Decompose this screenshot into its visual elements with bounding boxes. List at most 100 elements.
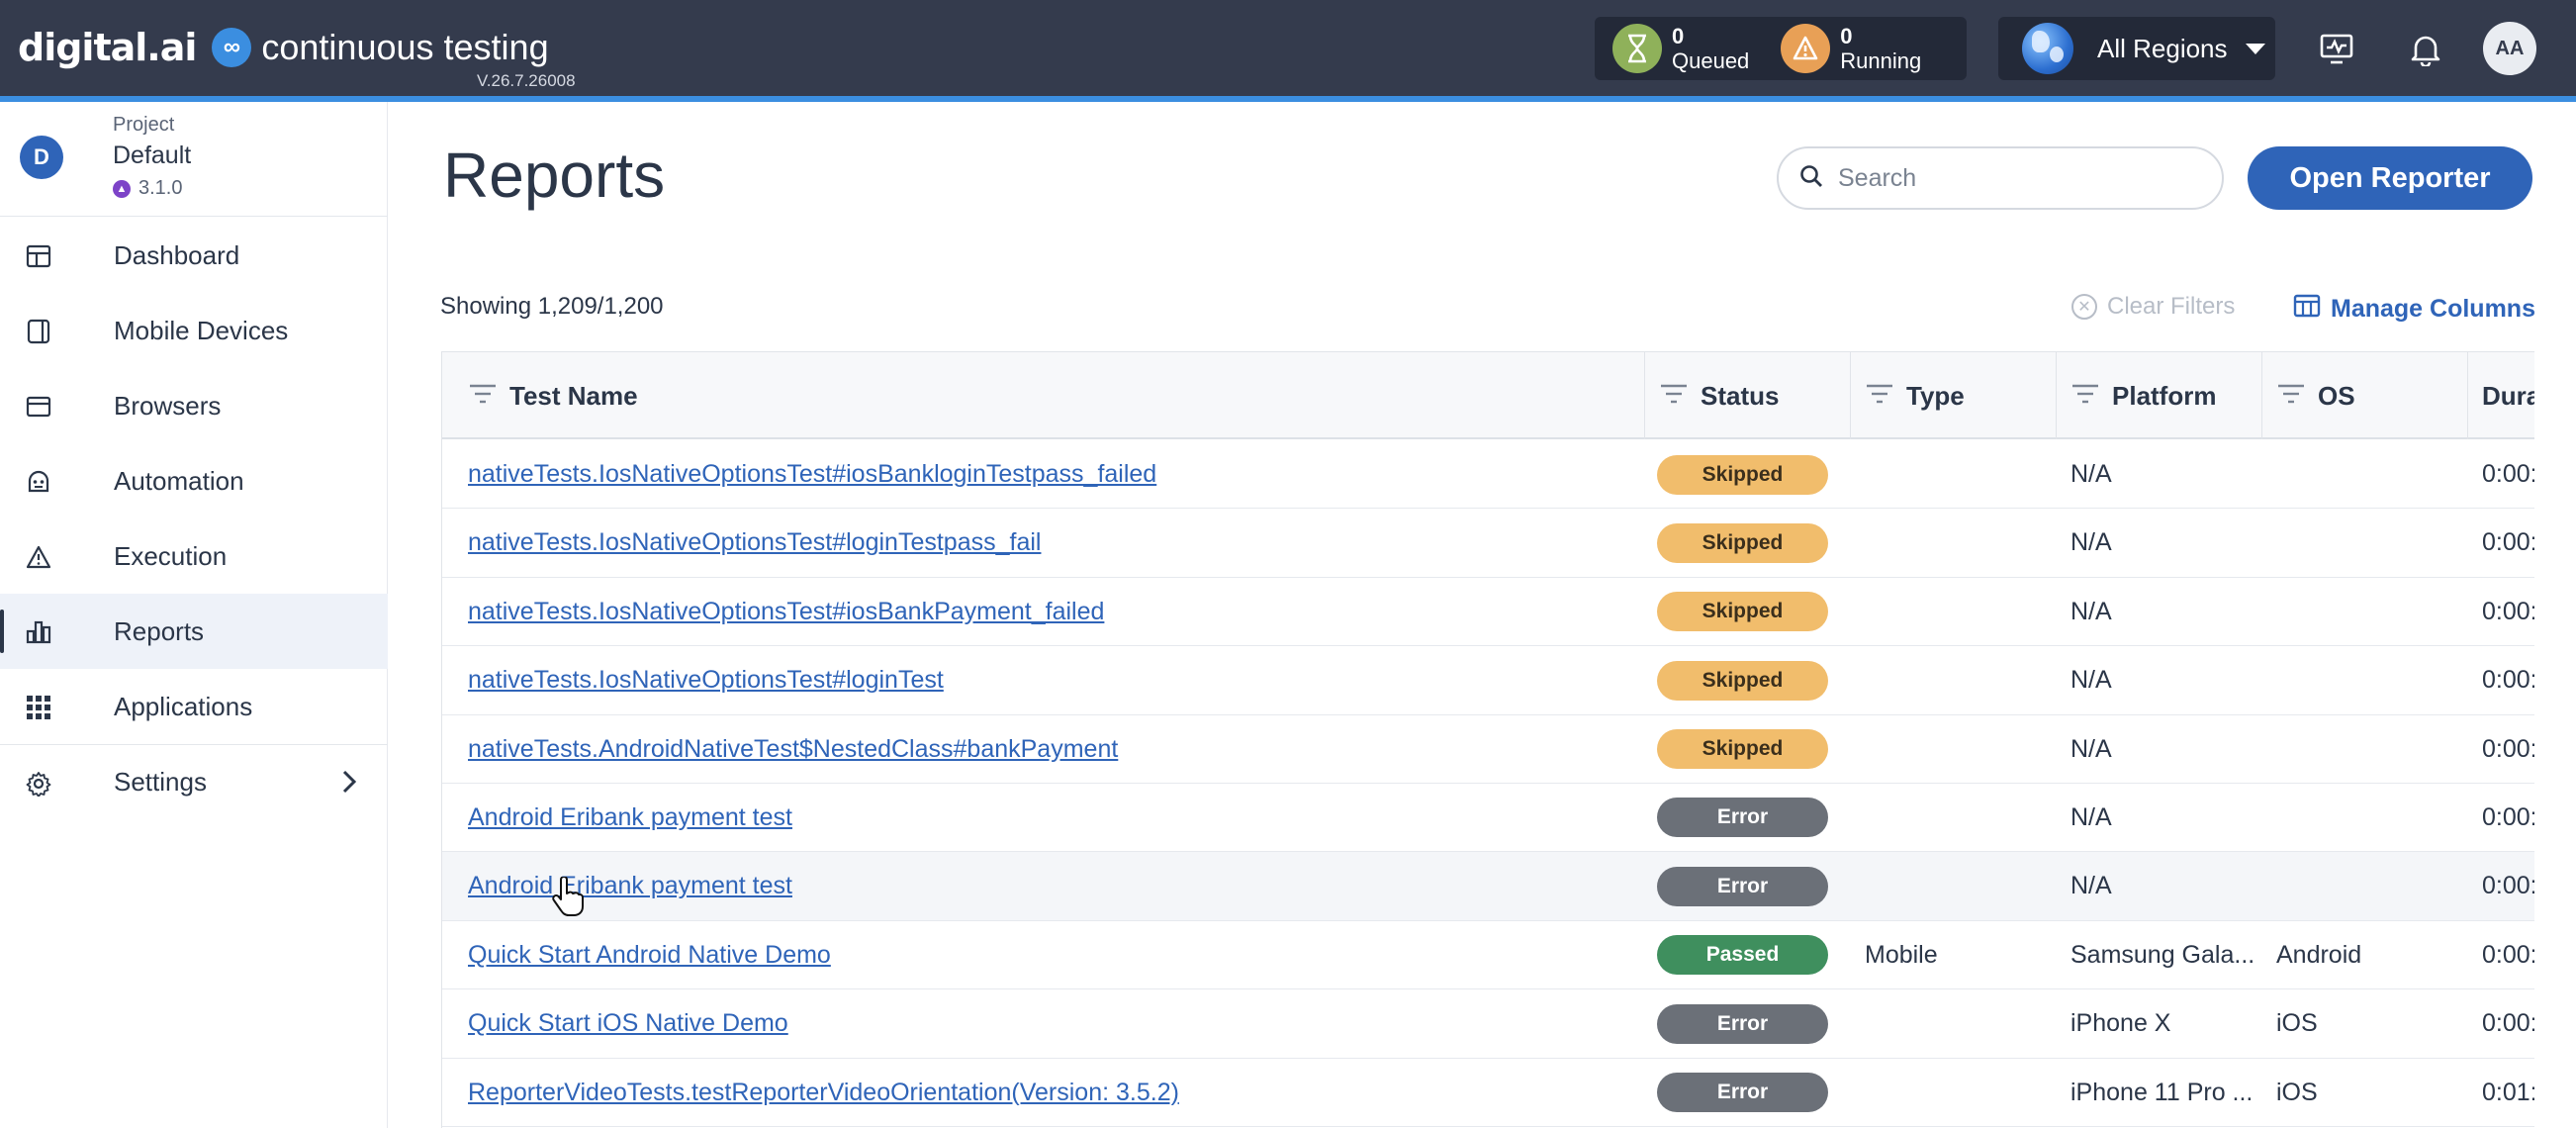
project-caption: Project	[113, 114, 175, 136]
search-icon	[1798, 163, 1824, 194]
clear-filters-button[interactable]: ✕ Clear Filters	[2071, 293, 2235, 321]
region-selector[interactable]: All Regions	[1998, 17, 2275, 80]
filter-icon[interactable]	[2276, 381, 2306, 412]
cell-platform: N/A	[2057, 852, 2262, 920]
alert-bell-icon	[1781, 24, 1831, 73]
cell-duration: 0:00:	[2468, 646, 2534, 714]
table-row[interactable]: nativeTests.IosNativeOptionsTest#iosBank…	[442, 577, 2534, 647]
cell-os	[2262, 440, 2468, 509]
cell-duration: 0:00:	[2468, 715, 2534, 784]
cell-text: N/A	[2070, 734, 2112, 763]
open-reporter-button[interactable]: Open Reporter	[2248, 146, 2532, 210]
brand[interactable]: digital.ai ∞ continuous testing	[18, 18, 549, 77]
test-name-link[interactable]: Android Eribank payment test	[468, 803, 792, 832]
status-badge: Error	[1657, 866, 1828, 906]
search-box[interactable]	[1777, 146, 2224, 210]
cell-status: Skipped	[1645, 509, 1851, 577]
sidebar-item-dashboard[interactable]: Dashboard	[0, 218, 388, 293]
test-name-link[interactable]: Android Eribank payment test	[468, 872, 792, 900]
cell-text: 0:00:	[2482, 528, 2534, 557]
cell-text: 0:00:	[2482, 666, 2534, 695]
table-row[interactable]: nativeTests.IosNativeOptionsTest#iosBank…	[442, 440, 2534, 510]
sidebar-item-label: Browsers	[114, 390, 222, 421]
test-name-link[interactable]: nativeTests.IosNativeOptionsTest#loginTe…	[468, 528, 1041, 557]
sidebar-item-settings[interactable]: Settings	[0, 744, 388, 819]
table-row[interactable]: Quick Start Android Native Demo Passed Mob…	[442, 920, 2534, 990]
filter-icon[interactable]	[1659, 381, 1689, 412]
sidebar-nav: Dashboard Mobile Devices Browsers Automa…	[0, 218, 388, 819]
status-badge: Skipped	[1657, 660, 1828, 701]
cell-status: Error	[1645, 784, 1851, 852]
table-row[interactable]: Android Eribank payment test Error N/A 0:00…	[442, 783, 2534, 853]
cell-name: nativeTests.IosNativeOptionsTest#loginTe…	[442, 646, 1645, 714]
test-name-link[interactable]: nativeTests.IosNativeOptionsTest#iosBank…	[468, 598, 1104, 626]
table-row[interactable]: ReporterVideoTests.testReporterVideoOrie…	[442, 1058, 2534, 1127]
manage-columns-button[interactable]: Manage Columns	[2293, 293, 2535, 326]
sidebar-item-label: Execution	[114, 540, 228, 571]
sidebar-item-execution[interactable]: Execution	[0, 518, 388, 594]
cell-os	[2262, 509, 2468, 577]
column-label: Dura	[2482, 380, 2534, 411]
hourglass-icon	[1612, 24, 1662, 73]
cell-type	[1851, 440, 2057, 509]
sidebar-item-label: Dashboard	[114, 239, 240, 270]
cell-duration: 0:00:	[2468, 852, 2534, 920]
filter-icon[interactable]	[468, 381, 498, 412]
cell-status: Skipped	[1645, 440, 1851, 509]
table-row[interactable]: nativeTests.IosNativeOptionsTest#loginTe…	[442, 646, 2534, 715]
cell-platform: iPhone X	[2057, 989, 2262, 1058]
cell-type	[1851, 852, 2057, 920]
test-name-link[interactable]: Quick Start Android Native Demo	[468, 941, 831, 970]
sidebar-item-mobile-devices[interactable]: Mobile Devices	[0, 293, 388, 368]
column-header-status[interactable]: Status	[1645, 352, 1851, 439]
cell-platform: N/A	[2057, 578, 2262, 646]
test-name-link[interactable]: Quick Start iOS Native Demo	[468, 1009, 788, 1038]
test-name-link[interactable]: nativeTests.AndroidNativeTest$NestedClas…	[468, 735, 1118, 764]
search-input[interactable]	[1838, 163, 2194, 193]
column-header-os[interactable]: OS	[2262, 352, 2468, 439]
cell-status: Skipped	[1645, 578, 1851, 646]
test-name-link[interactable]: nativeTests.IosNativeOptionsTest#loginTe…	[468, 666, 944, 695]
filter-icon[interactable]	[1865, 381, 1894, 412]
table-header: Test Name Status Type Platform OS Dura	[442, 352, 2534, 439]
monitor-icon[interactable]	[2315, 28, 2358, 71]
sidebar-item-label: Mobile Devices	[114, 315, 289, 345]
column-header-platform[interactable]: Platform	[2057, 352, 2262, 439]
column-header-duration[interactable]: Dura	[2468, 352, 2534, 439]
cell-type	[1851, 578, 2057, 646]
cell-type	[1851, 509, 2057, 577]
column-label: Status	[1701, 380, 1780, 411]
status-badge: Error	[1657, 798, 1828, 838]
cell-text: Android	[2276, 940, 2362, 969]
cell-status: Skipped	[1645, 715, 1851, 784]
mobile-device-icon	[24, 317, 53, 346]
project-switcher[interactable]: D Project Default ▲ 3.1.0	[0, 102, 388, 217]
column-header-type[interactable]: Type	[1851, 352, 2057, 439]
cell-text: iOS	[2276, 1078, 2318, 1106]
close-circle-icon: ✕	[2071, 294, 2097, 320]
table-row[interactable]: nativeTests.IosNativeOptionsTest#loginTe…	[442, 509, 2534, 578]
cell-text: N/A	[2070, 872, 2112, 900]
table-row[interactable]: nativeTests.AndroidNativeTest$NestedClas…	[442, 714, 2534, 784]
cell-text: 0:01:	[2482, 1078, 2534, 1106]
sidebar-item-browsers[interactable]: Browsers	[0, 368, 388, 443]
notification-bell-icon[interactable]	[2404, 28, 2447, 71]
filter-icon[interactable]	[2070, 381, 2100, 412]
queued-counter[interactable]: 0 Queued	[1612, 24, 1749, 74]
user-avatar[interactable]: AA	[2483, 22, 2536, 75]
cell-status: Passed	[1645, 921, 1851, 989]
sidebar-item-applications[interactable]: Applications	[0, 669, 388, 744]
sidebar-item-reports[interactable]: Reports	[0, 594, 388, 669]
cell-duration: 0:00:	[2468, 921, 2534, 989]
test-name-link[interactable]: nativeTests.IosNativeOptionsTest#iosBank…	[468, 460, 1156, 489]
sidebar-item-automation[interactable]: Automation	[0, 443, 388, 518]
gear-icon	[24, 769, 53, 799]
column-header-test-name[interactable]: Test Name	[442, 352, 1645, 439]
queued-label: Queued	[1672, 48, 1750, 73]
table-row[interactable]: Quick Start iOS Native Demo Error iPhone X…	[442, 989, 2534, 1059]
running-counter[interactable]: 0 Running	[1781, 24, 1921, 74]
table-row[interactable]: Android Eribank payment test Error N/A 0:00…	[442, 852, 2534, 921]
running-label: Running	[1840, 48, 1922, 73]
test-name-link[interactable]: ReporterVideoTests.testReporterVideoOrie…	[468, 1079, 1179, 1107]
cell-platform: Samsung Gala...	[2057, 921, 2262, 989]
